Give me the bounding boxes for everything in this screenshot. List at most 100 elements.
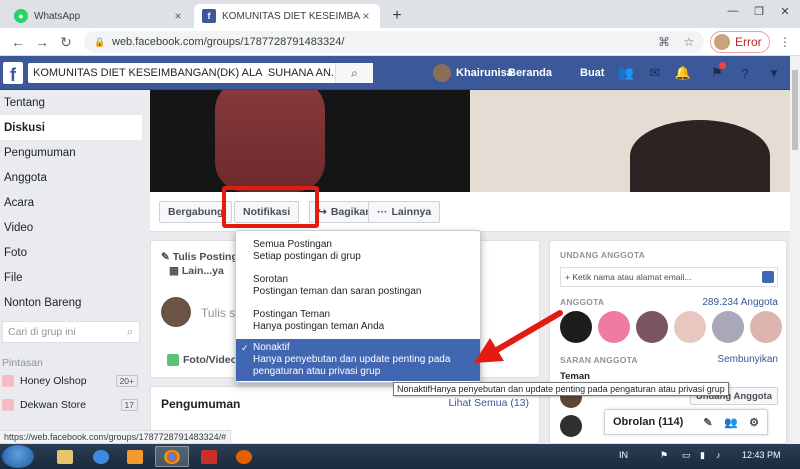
sidebar-item-members[interactable]: Anggota (0, 165, 142, 190)
invite-placeholder: + Ketik nama atau alamat email... (565, 272, 692, 282)
sidebar-item-photos[interactable]: Foto (0, 240, 142, 265)
avatar[interactable] (712, 311, 744, 343)
sidebar-item-videos[interactable]: Video (0, 215, 142, 240)
file-explorer-icon[interactable] (48, 446, 82, 467)
close-window-icon[interactable]: ✕ (772, 0, 798, 22)
app-taskbar-icon[interactable] (192, 446, 226, 467)
notifications-bell-icon[interactable]: 🔔 (675, 65, 691, 81)
clock[interactable]: 12:43 PM (742, 450, 781, 460)
checkmark-icon: ✓ (241, 343, 249, 353)
sidebar-item-files[interactable]: File (0, 265, 142, 290)
new-tab-button[interactable]: + (386, 5, 408, 27)
members-count-link[interactable]: 289.234 Anggota (702, 297, 778, 308)
notification-dropdown: Semua Postingan Setiap postingan di grup… (235, 230, 481, 383)
status-bar: https://web.facebook.com/groups/17877287… (0, 430, 232, 444)
avatar[interactable] (598, 311, 630, 343)
friend-requests-icon[interactable]: 👥 (618, 65, 634, 81)
shortcut-label: Honey Olshop (20, 375, 87, 387)
notification-option-highlights[interactable]: Sorotan Postingan teman dan saran postin… (236, 274, 480, 302)
option-desc: Postingan teman dan saran postingan (253, 286, 422, 297)
invite-member-input[interactable]: + Ketik nama atau alamat email... (560, 267, 778, 287)
option-desc: Setiap postingan di grup (253, 251, 361, 262)
shortcut-item[interactable]: Dekwan Store 17 (0, 393, 142, 417)
grid-icon: ▦ (169, 265, 182, 277)
more-label: Lainnya (391, 206, 432, 218)
avatar[interactable] (674, 311, 706, 343)
see-all-link[interactable]: Lihat Semua (13) (448, 397, 529, 409)
cover-image-figure (630, 120, 770, 192)
announcements-title: Pengumuman (161, 397, 241, 411)
group-chat-icon[interactable]: 👥 (724, 415, 738, 429)
search-icon[interactable]: ⌕ (335, 63, 373, 83)
create-link[interactable]: Buat (580, 67, 604, 79)
gear-icon[interactable]: ⚙ (747, 415, 761, 429)
sidebar-item-about[interactable]: Tentang (0, 90, 142, 115)
media-player-icon[interactable] (118, 446, 152, 467)
menu-dots-icon[interactable]: ⋮ (776, 33, 794, 51)
chrome-taskbar-icon[interactable] (155, 446, 189, 467)
tab-facebook-group[interactable]: f KOMUNITAS DIET KESEIMBANGAN × (194, 4, 380, 28)
red-arrow-annotation (474, 310, 563, 363)
more-button[interactable]: ··· Lainnya (368, 201, 441, 223)
avatar[interactable] (636, 311, 668, 343)
search-input[interactable] (28, 64, 335, 82)
chat-bar[interactable]: Obrolan (114) ✎ 👥 ⚙ (604, 409, 768, 435)
share-icon: ↪ (318, 206, 327, 218)
facebook-header: f ⌕ Khairunisa Beranda Buat 👥 ✉ 🔔 ⚑ ? ▾ (0, 56, 790, 90)
contacts-icon[interactable] (762, 271, 774, 283)
join-label: Bergabung (168, 206, 224, 218)
profile-error-button[interactable]: Error (710, 31, 770, 53)
reload-icon[interactable]: ↻ (56, 32, 76, 52)
new-message-icon[interactable]: ✎ (701, 415, 715, 429)
tab-title: WhatsApp (34, 10, 81, 22)
tray-flag-icon[interactable]: ⚑ (660, 450, 668, 461)
home-link[interactable]: Beranda (508, 67, 552, 79)
suggested-heading: SARAN ANGGOTA (560, 355, 638, 365)
avatar (433, 64, 451, 82)
maximize-icon[interactable]: ❐ (746, 0, 772, 22)
tray-monitor-icon[interactable]: ▭ (682, 450, 691, 461)
sidebar-item-events[interactable]: Acara (0, 190, 142, 215)
photo-video-button[interactable]: Foto/Video (167, 354, 237, 366)
close-tab-icon[interactable]: × (360, 9, 372, 23)
facebook-logo[interactable]: f (3, 62, 23, 84)
profile-link[interactable]: Khairunisa (433, 64, 513, 82)
messenger-icon[interactable]: ✉ (647, 65, 663, 81)
sidebar-item-watch-party[interactable]: Nonton Bareng (0, 290, 142, 315)
help-icon[interactable]: ? (737, 65, 753, 81)
close-tab-icon[interactable]: × (172, 9, 184, 23)
photo-video-label: Foto/Video (183, 354, 238, 366)
forward-arrow-icon[interactable]: → (32, 32, 52, 52)
internet-explorer-icon[interactable] (84, 446, 118, 467)
facebook-icon: f (202, 9, 216, 23)
other-post-tab[interactable]: ▦ Lain...ya (169, 265, 224, 277)
tray-volume-icon[interactable]: ♪ (716, 450, 721, 460)
translate-icon[interactable]: ⌘ (655, 33, 673, 51)
start-button[interactable] (2, 445, 34, 468)
group-search-input[interactable]: Cari di grup ini ⌕ (2, 321, 140, 343)
cover-image-left (215, 90, 325, 192)
address-bar[interactable]: 🔒 web.facebook.com/groups/17877287914833… (84, 31, 704, 53)
account-chevron-down-icon[interactable]: ▾ (766, 65, 782, 81)
shortcut-item[interactable]: Honey Olshop 20+ (0, 369, 142, 393)
firefox-taskbar-icon[interactable] (227, 446, 261, 467)
avatar (161, 297, 191, 327)
page-scrollbar[interactable] (790, 56, 800, 444)
shortcut-count-badge: 20+ (115, 375, 138, 387)
avatar[interactable] (560, 415, 582, 437)
notification-option-off[interactable]: ✓ Nonaktif Hanya penyebutan dan update p… (236, 339, 480, 381)
avatar[interactable] (750, 311, 782, 343)
tray-network-icon[interactable]: ▮ (700, 450, 705, 461)
hide-link[interactable]: Sembunyikan (717, 354, 778, 365)
minimize-icon[interactable]: — (720, 0, 746, 22)
back-arrow-icon[interactable]: ← (8, 32, 28, 52)
scrollbar-thumb[interactable] (792, 70, 798, 150)
tab-whatsapp[interactable]: ● WhatsApp × (6, 4, 192, 28)
bookmark-star-icon[interactable]: ☆ (680, 33, 698, 51)
notification-option-friends[interactable]: Postingan Teman Hanya postingan teman An… (236, 309, 480, 337)
language-indicator[interactable]: IN (619, 450, 628, 460)
sidebar-item-discussion[interactable]: Diskusi (0, 115, 142, 140)
sidebar-item-announcements[interactable]: Pengumuman (0, 140, 142, 165)
notification-option-all[interactable]: Semua Postingan Setiap postingan di grup (236, 239, 480, 267)
facebook-search: ⌕ (28, 63, 373, 83)
